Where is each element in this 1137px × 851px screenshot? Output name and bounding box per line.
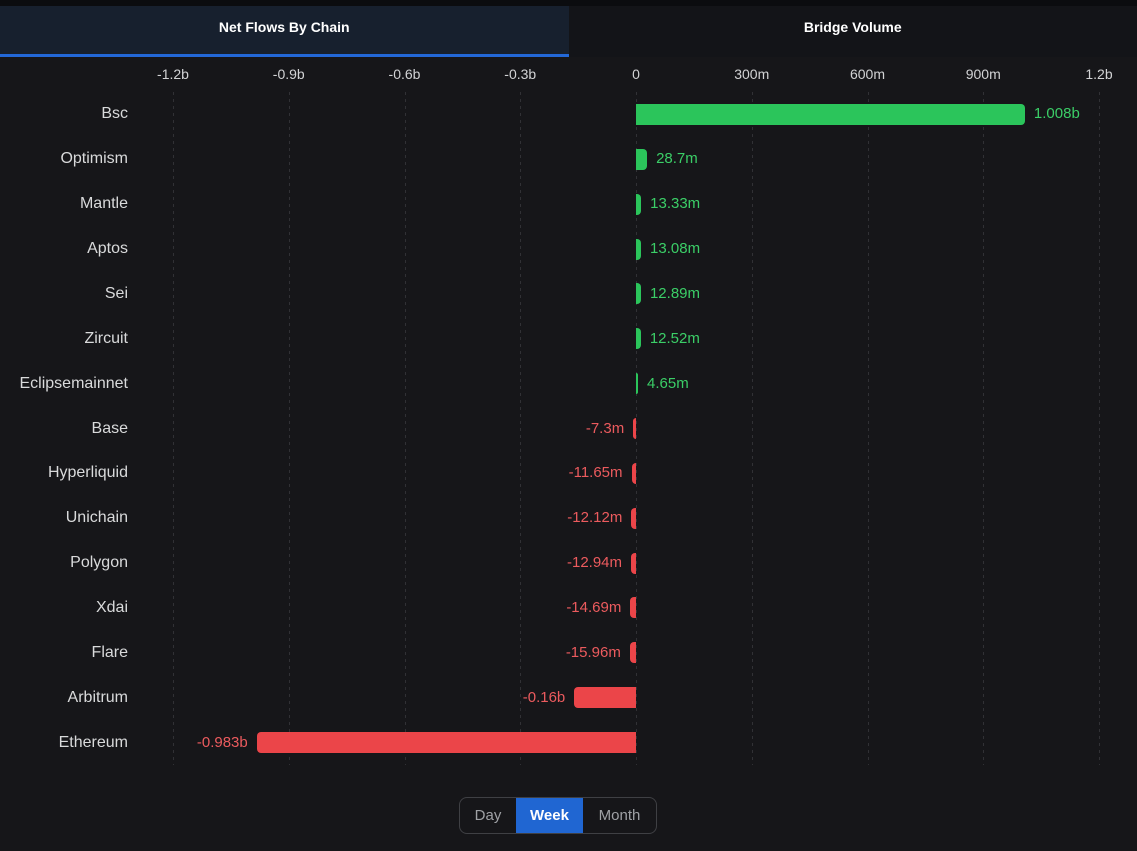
category-label: Ethereum — [0, 732, 128, 754]
bar-arbitrum[interactable] — [574, 687, 636, 708]
gridline — [405, 92, 406, 765]
bar-hyperliquid[interactable] — [632, 463, 636, 484]
value-label: 12.89m — [650, 283, 700, 305]
x-axis-tick-label: -0.9b — [244, 66, 334, 82]
toggle-day-button[interactable]: Day — [460, 798, 516, 833]
value-label: -7.3m — [586, 418, 624, 440]
x-axis-tick-label: 300m — [707, 66, 797, 82]
gridline — [1099, 92, 1100, 765]
gridline — [520, 92, 521, 765]
x-axis-tick-label: 0 — [591, 66, 681, 82]
value-label: 28.7m — [656, 148, 698, 170]
bar-unichain[interactable] — [631, 508, 636, 529]
net-flows-bar-chart: -1.2b -0.9b -0.6b -0.3b 0 300m 600m 900m 1.2b Bsc… — [0, 0, 1137, 851]
value-label: -12.94m — [567, 552, 622, 574]
x-axis-tick-label: -1.2b — [128, 66, 218, 82]
bar-sei[interactable] — [636, 283, 641, 304]
x-axis-tick-label: -0.6b — [360, 66, 450, 82]
category-label: Sei — [0, 283, 128, 305]
category-label: Optimism — [0, 148, 128, 170]
value-label: -11.65m — [569, 462, 623, 484]
bar-ethereum[interactable] — [257, 732, 636, 753]
category-label: Polygon — [0, 552, 128, 574]
x-axis-tick-label: 1.2b — [1054, 66, 1137, 82]
bar-bsc[interactable] — [636, 104, 1025, 125]
category-label: Base — [0, 418, 128, 440]
value-label: -14.69m — [566, 597, 621, 619]
value-label: -0.16b — [523, 687, 566, 709]
category-label: Arbitrum — [0, 687, 128, 709]
value-label: -15.96m — [566, 642, 621, 664]
bar-mantle[interactable] — [636, 194, 641, 215]
bar-flare[interactable] — [630, 642, 636, 663]
value-label: -0.983b — [197, 732, 248, 754]
bar-base[interactable] — [633, 418, 636, 439]
value-label: 13.08m — [650, 238, 700, 260]
gridline — [173, 92, 174, 765]
bar-optimism[interactable] — [636, 149, 647, 170]
x-axis-tick-label: 900m — [938, 66, 1028, 82]
category-label: Flare — [0, 642, 128, 664]
value-label: 13.33m — [650, 193, 700, 215]
gridline — [752, 92, 753, 765]
bar-eclipsemainnet[interactable] — [636, 373, 638, 394]
bar-xdai[interactable] — [630, 597, 636, 618]
time-range-toggle: Day Week Month — [459, 797, 657, 834]
category-label: Zircuit — [0, 328, 128, 350]
bar-zircuit[interactable] — [636, 328, 641, 349]
value-label: 1.008b — [1034, 103, 1080, 125]
gridline — [289, 92, 290, 765]
bar-polygon[interactable] — [631, 553, 636, 574]
toggle-month-button[interactable]: Month — [583, 798, 656, 833]
category-label: Unichain — [0, 507, 128, 529]
toggle-week-button[interactable]: Week — [516, 798, 583, 833]
category-label: Aptos — [0, 238, 128, 260]
category-label: Mantle — [0, 193, 128, 215]
gridline — [983, 92, 984, 765]
category-label: Xdai — [0, 597, 128, 619]
gridline — [868, 92, 869, 765]
x-axis-tick-label: -0.3b — [475, 66, 565, 82]
category-label: Hyperliquid — [0, 462, 128, 484]
category-label: Eclipsemainnet — [0, 373, 128, 395]
value-label: 4.65m — [647, 373, 689, 395]
gridline — [636, 92, 637, 765]
bar-aptos[interactable] — [636, 239, 641, 260]
value-label: -12.12m — [567, 507, 622, 529]
net-flows-dashboard: Net Flows By Chain Bridge Volume -1.2b-0… — [0, 0, 1137, 851]
x-axis-tick-label: 600m — [823, 66, 913, 82]
category-label: Bsc — [0, 103, 128, 125]
value-label: 12.52m — [650, 328, 700, 350]
